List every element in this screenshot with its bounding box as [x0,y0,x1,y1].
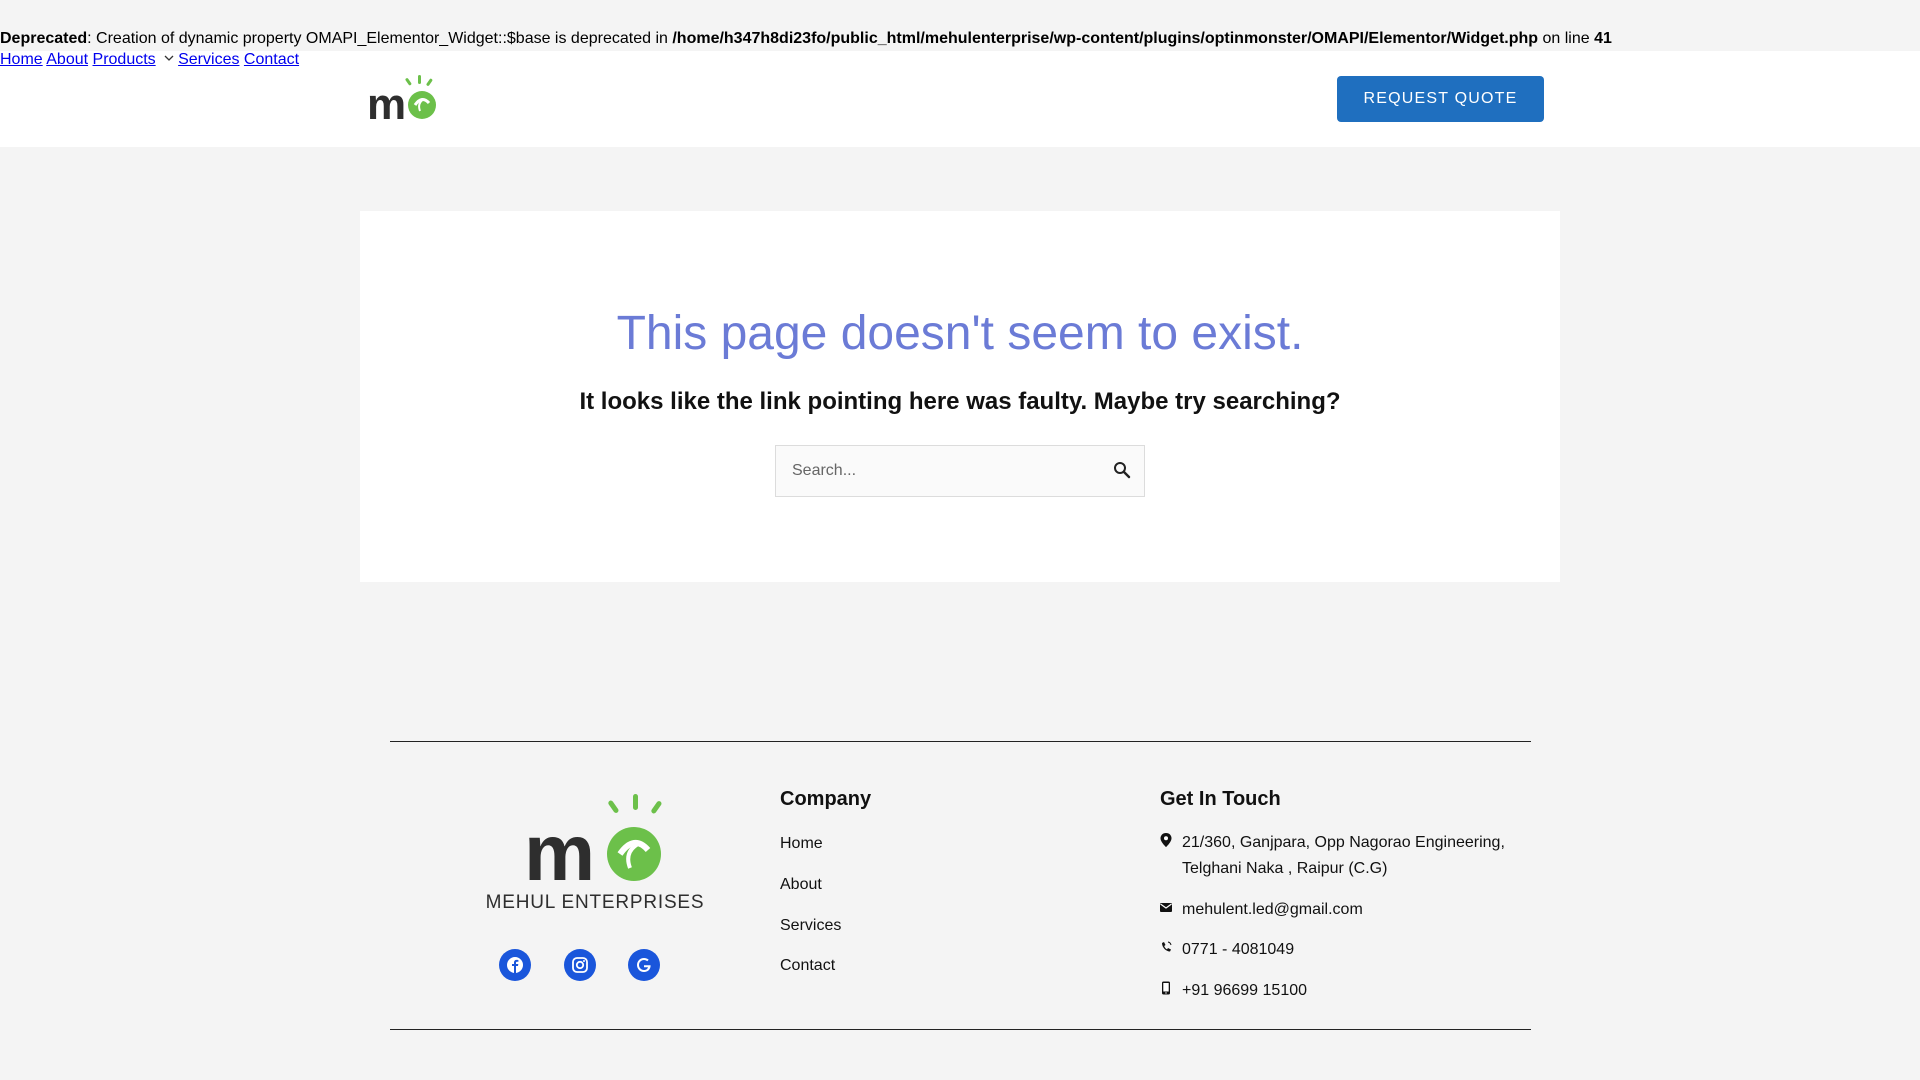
page-title: This page doesn't seem to exist. [616,307,1304,360]
page-subtitle: It looks like the link pointing here was… [579,388,1341,415]
envelope-icon [1160,903,1172,912]
site-logo[interactable]: m [367,73,441,123]
address-line-2: Telghani Naka , Raipur (C.G) [1182,860,1388,877]
footer-link-services[interactable]: Services [780,917,841,935]
notice-path: /home/h347h8di23fo/public_html/mehulente… [672,30,1539,47]
footer-divider-bottom [390,1029,1531,1030]
phone-icon [1162,941,1172,952]
contact-mobile[interactable]: +91 96699 15100 [1160,978,1307,1004]
nav-contact[interactable]: Contact [244,51,299,68]
deprecation-notice: Deprecated: Creation of dynamic property… [0,0,1920,51]
search-button[interactable] [1112,461,1132,481]
nav-about[interactable]: About [46,51,88,68]
mobile-phone-icon [1162,981,1170,995]
contact-address: 21/360, Ganjpara, Opp Nagorao Engineerin… [1160,830,1505,882]
instagram-link[interactable] [564,949,596,981]
notice-text: : Creation of dynamic property OMAPI_Ele… [87,30,673,47]
chevron-down-icon [164,55,174,61]
search-form [775,445,1145,497]
phone-text: 0771 - 4081049 [1182,941,1295,958]
notice-text-2: on line [1538,30,1595,47]
address-line-1: 21/360, Ganjpara, Opp Nagorao Engineerin… [1182,834,1505,851]
nav-services[interactable]: Services [178,51,239,68]
company-heading: Company [780,788,872,810]
map-marker-icon [1160,833,1172,847]
request-quote-button[interactable]: Request Quote [1337,76,1544,122]
facebook-icon [507,957,523,973]
notice-line: 41 [1594,30,1612,47]
main-nav: Home About Products Services Contact [0,51,1920,69]
instagram-icon [572,957,588,973]
mobile-text: +91 96699 15100 [1182,982,1308,999]
footer-divider-top [390,741,1531,742]
nav-home[interactable]: Home [0,51,43,68]
facebook-link[interactable] [499,949,531,981]
search-icon [1114,462,1131,479]
nav-products[interactable]: Products [93,51,174,68]
brand-name: MEHUL ENTERPRISES [485,892,705,913]
svg-text:m: m [524,808,595,897]
footer-link-home[interactable]: Home [780,835,823,853]
email-text: mehulent.led@gmail.com [1182,901,1363,918]
google-link[interactable] [628,949,660,981]
contact-phone[interactable]: 0771 - 4081049 [1160,937,1294,963]
nav-products-label: Products [92,51,156,68]
address-text: 21/360, Ganjpara, Opp Nagorao Engineerin… [1182,830,1505,882]
footer-link-contact[interactable]: Contact [780,957,835,975]
contact-email[interactable]: mehulent.led@gmail.com [1160,897,1363,923]
google-icon [637,958,651,972]
notice-label: Deprecated [0,30,88,47]
footer-link-about[interactable]: About [780,876,822,894]
error-card: This page doesn't seem to exist. It look… [360,211,1560,582]
site-header: m Home About Products Services Contact R… [0,51,1920,147]
svg-text:m: m [367,80,406,123]
contact-heading: Get In Touch [1160,788,1281,810]
search-input[interactable] [776,446,1096,496]
